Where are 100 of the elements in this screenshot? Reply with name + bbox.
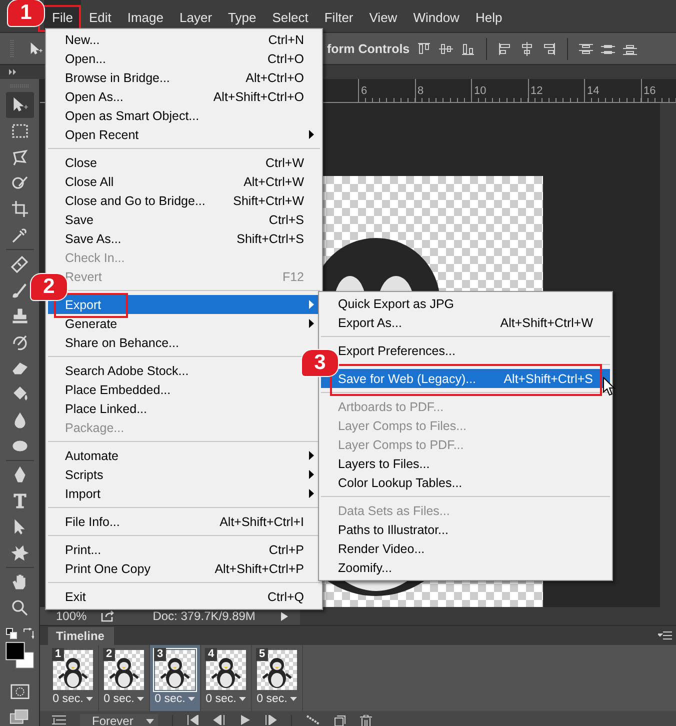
menu[interactable]: Help — [467, 0, 510, 32]
menu-item[interactable]: Save Ctrl+S — [48, 210, 320, 229]
delay-dropdown[interactable]: 0 sec. — [104, 693, 144, 705]
panel-tab[interactable]: Timeline — [48, 627, 114, 645]
menu-item[interactable]: Scripts — [48, 465, 320, 484]
frame-number: 5 — [256, 648, 268, 661]
loop-options-icon[interactable] — [52, 715, 66, 726]
caret-icon — [146, 718, 154, 724]
menu[interactable]: Layer — [172, 0, 220, 32]
tween-icon[interactable] — [306, 715, 320, 725]
menu-item[interactable]: Save for Web (Legacy)... Alt+Shift+Ctrl+S — [321, 369, 610, 388]
shortcut-label: Ctrl+Q — [268, 590, 304, 604]
shortcut-label: Ctrl+W — [265, 156, 304, 170]
menu-item[interactable]: Print One Copy Alt+Shift+Ctrl+P — [48, 559, 320, 578]
menu-item[interactable]: Browse in Bridge... Alt+Ctrl+O — [48, 68, 320, 87]
export-icon[interactable] — [100, 610, 115, 622]
grip-icon — [10, 38, 14, 58]
menu-item[interactable]: Zoomify... — [321, 558, 610, 577]
align-top-icon[interactable] — [416, 40, 432, 56]
menu-item[interactable]: Open as Smart Object... — [48, 106, 320, 125]
new-frame-icon[interactable] — [334, 715, 346, 726]
shortcut-label: Shift+Ctrl+S — [236, 232, 304, 246]
screen-mode-icon[interactable] — [8, 708, 30, 726]
delay-dropdown[interactable]: 0 sec. — [154, 693, 196, 705]
menu-item[interactable]: Render Video... — [321, 539, 610, 558]
menu-icon[interactable] — [658, 631, 672, 640]
zoom-icon[interactable] — [10, 598, 30, 618]
menu[interactable]: Select — [264, 0, 316, 32]
menu-item[interactable]: Close All Alt+Ctrl+W — [48, 172, 320, 191]
frame-number: 3 — [154, 648, 166, 661]
frame-thumbnail — [257, 650, 297, 690]
animation-frame[interactable]: 5 0 sec. — [252, 645, 303, 711]
menu-item[interactable]: Save As... Shift+Ctrl+S — [48, 229, 320, 248]
delay-dropdown[interactable]: 0 sec. — [256, 693, 298, 705]
delay-dropdown[interactable]: 0 sec. — [206, 693, 246, 705]
menu-item[interactable]: Close Ctrl+W — [48, 153, 320, 172]
play-icon[interactable] — [239, 715, 251, 725]
animation-frame[interactable]: 3 0 sec. — [150, 645, 201, 711]
crop-icon[interactable] — [10, 198, 30, 219]
menu-item[interactable]: Open As... Alt+Shift+Ctrl+O — [48, 87, 320, 106]
bandage-icon[interactable] — [10, 254, 30, 274]
menu-item[interactable]: Open... Ctrl+O — [48, 49, 320, 68]
expand-arrow-icon[interactable] — [281, 612, 288, 620]
align-left-icon[interactable] — [496, 40, 513, 56]
quick-mask-icon[interactable] — [10, 684, 30, 699]
menu-item[interactable]: Exit Ctrl+Q — [48, 587, 320, 606]
next-frame-icon[interactable] — [265, 715, 277, 725]
menu[interactable]: Image — [119, 0, 172, 32]
transform-controls-label: form Controls — [327, 42, 410, 56]
menu-item[interactable]: Close and Go to Bridge... Shift+Ctrl+W — [48, 191, 320, 210]
menu-item[interactable]: New... Ctrl+N — [48, 30, 320, 49]
frame-thumbnail — [155, 650, 195, 690]
menu[interactable]: Type — [220, 0, 264, 32]
trash-icon[interactable] — [360, 715, 372, 726]
ruler-label: 10 — [473, 86, 486, 97]
shortcut-label: Ctrl+N — [268, 32, 304, 46]
loop-dropdown[interactable]: Forever — [80, 714, 158, 726]
first-frame-icon[interactable] — [187, 715, 199, 725]
animation-frame[interactable]: 4 0 sec. — [201, 645, 252, 711]
custom-shape-icon[interactable] — [10, 542, 30, 563]
menu[interactable]: View — [361, 0, 406, 32]
menu-item[interactable]: Layers to Files... — [321, 454, 610, 473]
frame-thumbnail — [104, 650, 144, 690]
menu[interactable]: Filter — [316, 0, 362, 32]
zoom-level: 100% — [56, 609, 87, 623]
color-swatches[interactable] — [4, 640, 36, 670]
animation-frame[interactable]: 2 0 sec. — [99, 645, 150, 711]
delay-dropdown[interactable]: 0 sec. — [52, 693, 94, 705]
frame-number: 4 — [205, 648, 218, 661]
menu-item[interactable]: Place Embedded... — [48, 380, 320, 399]
menu-item[interactable]: Import — [48, 484, 320, 503]
shortcut-label: Ctrl+O — [268, 52, 304, 66]
default-colors-icon[interactable] — [6, 628, 16, 639]
menu-item[interactable]: Generate — [48, 314, 320, 333]
move-tool-icon[interactable] — [28, 40, 44, 56]
menu-item[interactable]: Color Lookup Tables... — [321, 473, 610, 492]
stamp-icon[interactable] — [10, 306, 30, 326]
previous-frame-icon[interactable] — [213, 715, 225, 725]
caret-icon — [137, 697, 144, 701]
menu-item[interactable]: Export As... Alt+Shift+Ctrl+W — [321, 313, 610, 332]
document-size: Doc: 379.7K/9.89M — [152, 609, 256, 623]
scrollbar-track[interactable] — [660, 103, 676, 607]
menu-item[interactable]: Share on Behance... — [48, 333, 320, 352]
menu-item[interactable]: File Info... Alt+Shift+Ctrl+I — [48, 512, 320, 531]
menu-item[interactable]: Place Linked... — [48, 399, 320, 418]
menu-item[interactable]: Paths to Illustrator... — [321, 520, 610, 539]
collapse-icon[interactable] — [9, 69, 17, 75]
menu-item[interactable]: Export — [48, 295, 320, 314]
swap-colors-icon[interactable] — [22, 628, 34, 639]
menu-item[interactable]: Quick Export as JPG — [321, 294, 610, 313]
frame-number: 1 — [52, 648, 64, 661]
menu-item[interactable]: Automate — [48, 446, 320, 465]
menu-item[interactable]: Print... Ctrl+P — [48, 540, 320, 559]
menu[interactable]: Window — [405, 0, 468, 32]
shortcut-label: Alt+Shift+Ctrl+P — [214, 562, 304, 576]
animation-frame[interactable]: 1 0 sec. — [48, 645, 99, 711]
menu-item[interactable]: Open Recent — [48, 125, 320, 144]
shortcut-label: Alt+Shift+Ctrl+I — [220, 514, 304, 528]
ruler-label: 16 — [642, 86, 656, 97]
menu[interactable]: Edit — [80, 0, 120, 32]
